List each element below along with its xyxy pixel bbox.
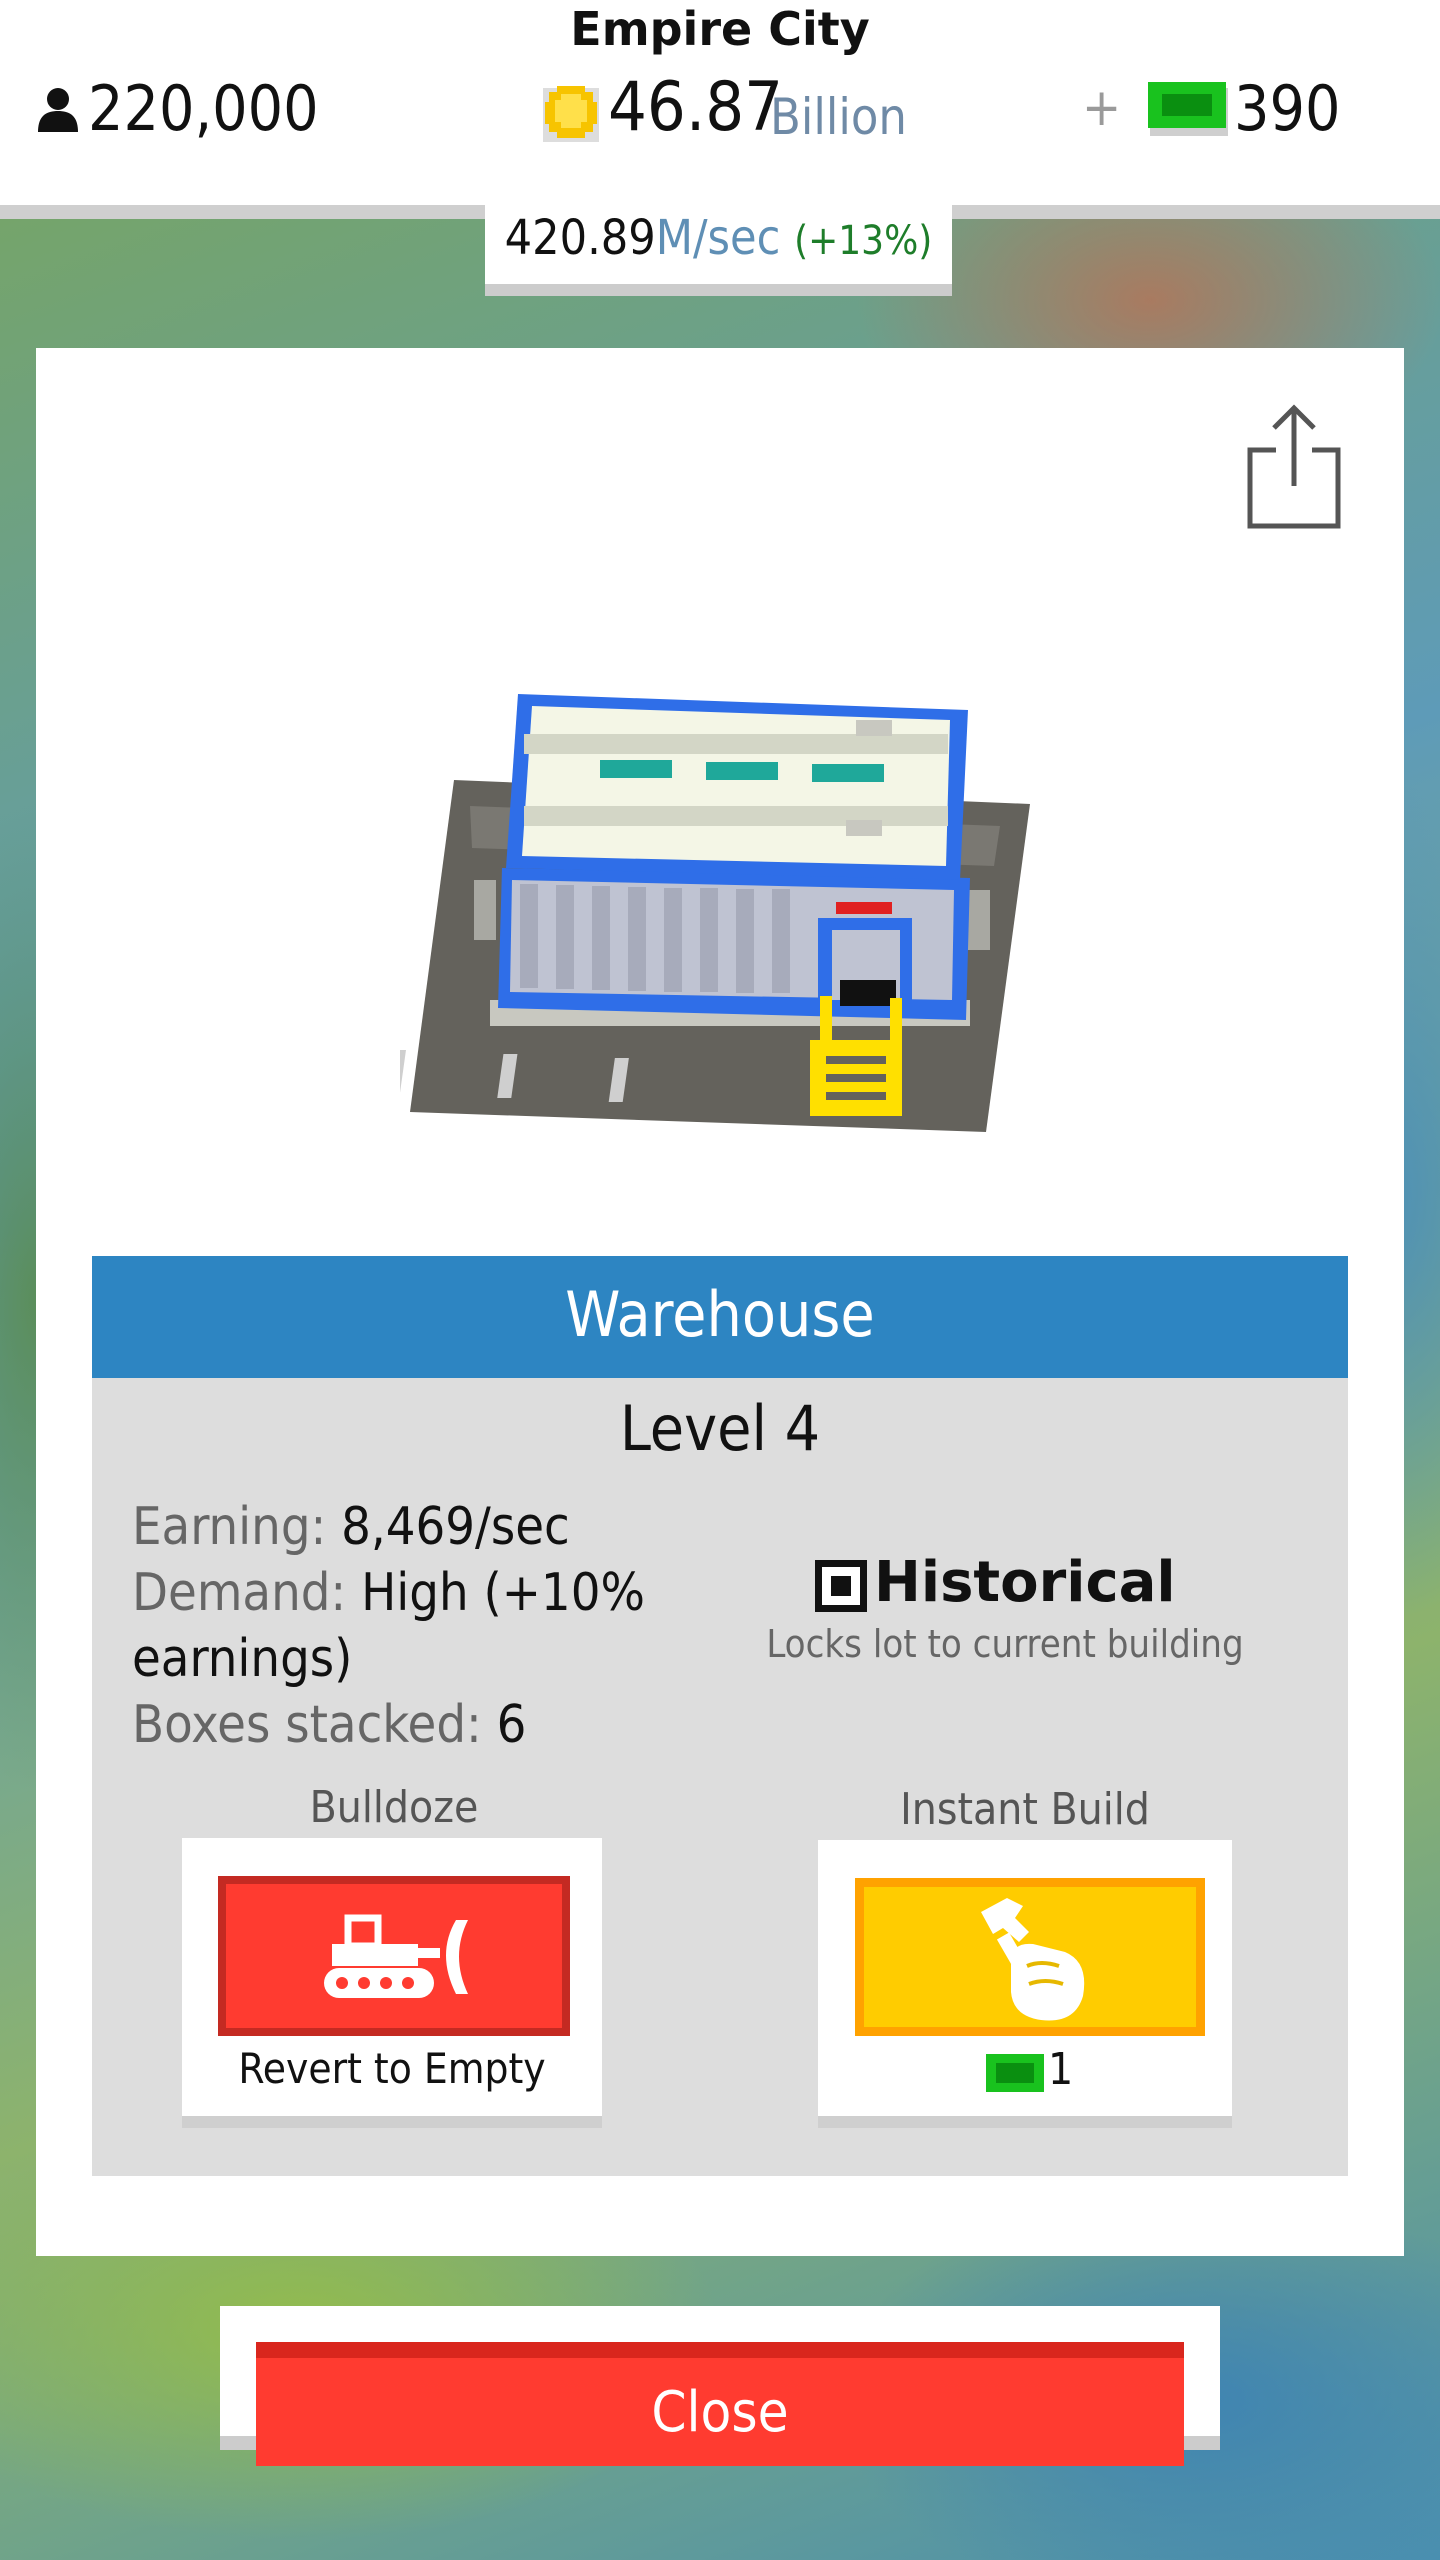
building-level: Level 4 <box>619 1392 821 1465</box>
historical-checkbox[interactable] <box>815 1560 867 1612</box>
boxes-label: Boxes stacked: <box>132 1695 497 1755</box>
income-unit: M/sec <box>655 210 781 266</box>
bulldoze-title: Bulldoze <box>309 1782 479 1833</box>
earning-value: 8,469/sec <box>341 1497 570 1557</box>
income-bonus: (+13%) <box>794 218 933 264</box>
earning-stat: Earning: 8,469/sec <box>132 1494 692 1560</box>
bulldoze-button[interactable] <box>218 1876 570 2036</box>
boxes-stat: Boxes stacked: 6 <box>132 1692 692 1758</box>
demand-stat: Demand: High (+10% earnings) <box>132 1560 692 1692</box>
close-button[interactable]: Close <box>256 2342 1184 2466</box>
boxes-value: 6 <box>496 1695 527 1755</box>
top-status-bar: Empire City 220,000 46.87 Billion + 390 <box>0 0 1440 205</box>
gold-coin-icon[interactable] <box>543 82 599 142</box>
bulldozer-icon <box>324 1914 468 1998</box>
building-name: Warehouse <box>565 1278 875 1351</box>
bux-value: 390 <box>1234 72 1341 145</box>
checkbox-checked-mark <box>831 1576 851 1596</box>
close-button-frame: Close <box>220 2306 1220 2466</box>
earning-label: Earning: <box>132 1497 342 1557</box>
person-icon <box>38 88 78 132</box>
revert-to-empty-label: Revert to Empty <box>238 2044 546 2093</box>
hammer-hand-icon <box>981 1898 1085 2021</box>
green-bill-icon[interactable] <box>1148 82 1228 136</box>
income-value: 420.89 <box>504 210 656 266</box>
green-bill-icon <box>986 2054 1044 2092</box>
building-title-bar: Warehouse <box>92 1256 1348 1378</box>
plus-icon[interactable]: + <box>1082 78 1121 138</box>
historical-label[interactable]: Historical <box>874 1550 1176 1615</box>
city-name: Empire City <box>570 2 870 56</box>
close-label: Close <box>651 2380 789 2445</box>
bulldoze-card: Revert to Empty <box>182 1838 602 2128</box>
instant-build-title: Instant Build <box>900 1784 1150 1835</box>
instant-build-cost: 1 <box>1048 2044 1074 2095</box>
income-rate-tab: 420.89M/sec (+13%) <box>485 200 952 296</box>
instant-build-button[interactable] <box>855 1878 1205 2036</box>
warehouse-building-image <box>400 694 1030 1132</box>
cash-value: 46.87 <box>608 68 784 147</box>
income-rate: 420.89M/sec (+13%) <box>485 210 952 266</box>
historical-description: Locks lot to current building <box>766 1622 1244 1666</box>
cash-unit: Billion <box>770 88 907 146</box>
share-icon[interactable] <box>1246 402 1342 530</box>
instant-build-card: 1 <box>818 1840 1232 2128</box>
population-value: 220,000 <box>88 72 319 145</box>
demand-label: Demand: <box>132 1563 362 1623</box>
